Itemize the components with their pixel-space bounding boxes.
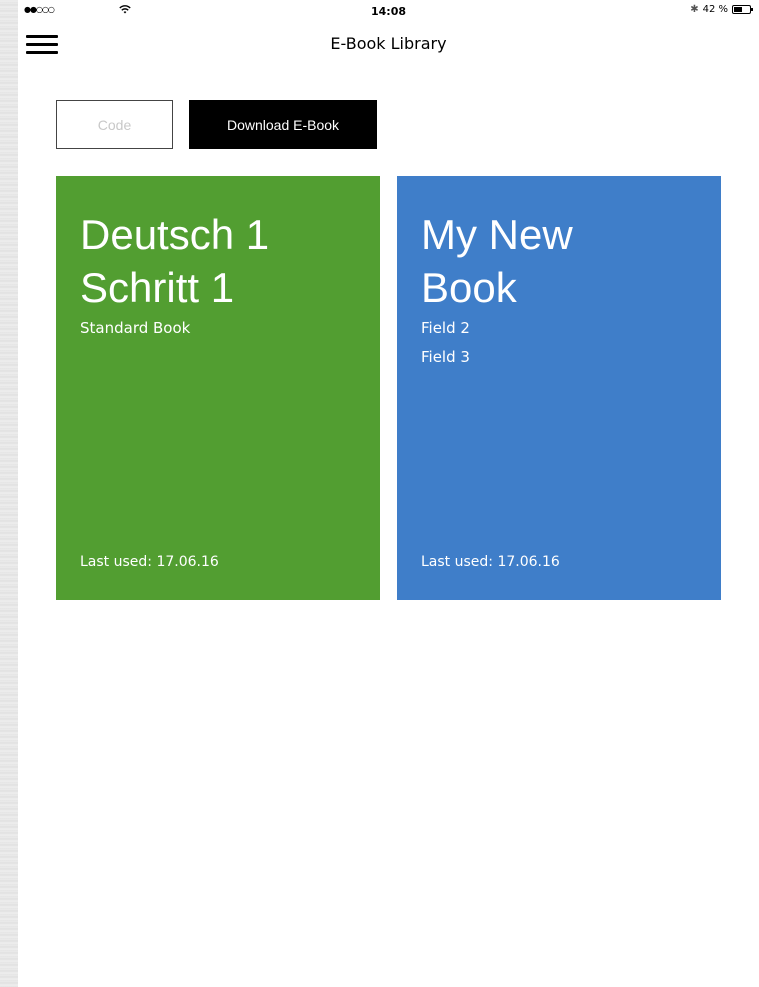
- book-title-line: Book: [421, 264, 517, 311]
- battery-percent: 42 %: [702, 4, 728, 15]
- book-field: Field 2: [421, 319, 470, 337]
- status-right-group: ✱ 42 %: [690, 4, 753, 15]
- book-field: Standard Book: [80, 319, 191, 337]
- bluetooth-icon: ✱: [690, 4, 699, 15]
- book-card-deutsch-1[interactable]: Deutsch 1 Schritt 1 Standard Book Last u…: [56, 176, 380, 600]
- book-title-line: My New: [421, 211, 573, 258]
- status-bar: ●●○○○ 14:08 ✱ 42 %: [18, 0, 759, 22]
- navigation-bar: E-Book Library: [18, 22, 759, 66]
- book-field: Field 3: [421, 348, 470, 366]
- book-title: Deutsch 1 Schritt 1: [80, 208, 356, 314]
- download-ebook-button[interactable]: Download E-Book: [189, 100, 377, 149]
- page-title: E-Book Library: [330, 34, 447, 53]
- book-title-line: Schritt 1: [80, 264, 235, 311]
- app-window: ●●○○○ 14:08 ✱ 42 % E-Book Library Code D…: [18, 0, 759, 987]
- code-input[interactable]: Code: [56, 100, 173, 149]
- battery-icon: [732, 5, 753, 14]
- book-title: My New Book: [421, 208, 697, 314]
- book-title-line: Deutsch 1: [80, 211, 270, 258]
- status-time: 14:08: [370, 5, 406, 18]
- background-strip: [0, 0, 18, 987]
- book-card-my-new-book[interactable]: My New Book Field 2 Field 3 Last used: 1…: [397, 176, 721, 600]
- book-last-used: Last used: 17.06.16: [80, 554, 219, 570]
- book-last-used: Last used: 17.06.16: [421, 554, 560, 570]
